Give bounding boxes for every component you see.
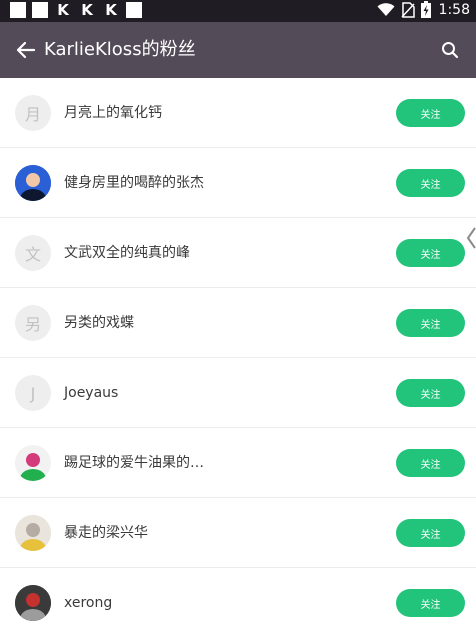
edge-chevron-icon: [466, 227, 476, 249]
user-name: 暴走的梁兴华: [64, 525, 148, 541]
notification-icons: K K K: [10, 2, 142, 18]
notification-square-icon: [10, 2, 26, 18]
follow-button[interactable]: 关注: [396, 589, 465, 617]
user-name: 另类的戏蝶: [64, 315, 134, 331]
system-status: 1:58: [377, 1, 470, 18]
follow-button[interactable]: 关注: [396, 309, 465, 337]
avatar[interactable]: [15, 165, 51, 201]
follow-button[interactable]: 关注: [396, 519, 465, 547]
clock: 1:58: [438, 1, 470, 18]
follow-button[interactable]: 关注: [396, 99, 465, 127]
avatar-initial: 文: [24, 245, 41, 264]
user-name: 文武双全的纯真的峰: [64, 245, 190, 261]
list-item[interactable]: 月 月亮上的氧化钙 关注: [0, 78, 476, 148]
notification-k-icon: K: [105, 1, 117, 19]
avatar[interactable]: J: [15, 375, 51, 411]
avatar-photo: [15, 515, 51, 551]
user-name: 踢足球的爱牛油果的…: [64, 455, 204, 471]
avatar[interactable]: 月: [15, 95, 51, 131]
arrow-left-icon: [16, 41, 36, 59]
notification-k-icon: K: [81, 1, 93, 19]
follow-button[interactable]: 关注: [396, 239, 465, 267]
user-name: xerong: [64, 595, 113, 611]
user-name: Joeyaus: [64, 385, 119, 401]
notification-k-icon: K: [57, 1, 69, 19]
list-item[interactable]: 文 文武双全的纯真的峰 关注: [0, 218, 476, 288]
avatar[interactable]: [15, 515, 51, 551]
app-bar: KarlieKloss的粉丝: [0, 22, 476, 78]
avatar[interactable]: 另: [15, 305, 51, 341]
avatar-initial: 月: [24, 105, 41, 124]
avatar[interactable]: [15, 585, 51, 621]
avatar-photo: [15, 445, 51, 481]
back-button[interactable]: [12, 36, 40, 64]
list-item[interactable]: 踢足球的爱牛油果的… 关注: [0, 428, 476, 498]
avatar-photo: [15, 165, 51, 201]
follower-list: 月月亮上的氧化钙 关注 健身房里的喝醉的张杰 关注文文武双全的纯真的峰 关注另另类的戏蝶…: [0, 78, 476, 632]
battery-charging-icon: [420, 1, 431, 18]
list-item[interactable]: xerong 关注: [0, 568, 476, 632]
page-title: KarlieKloss的粉丝: [44, 39, 196, 60]
list-item[interactable]: 暴走的梁兴华 关注: [0, 498, 476, 568]
list-item[interactable]: 健身房里的喝醉的张杰 关注: [0, 148, 476, 218]
list-item[interactable]: 另 另类的戏蝶 关注: [0, 288, 476, 358]
list-item[interactable]: J Joeyaus 关注: [0, 358, 476, 428]
search-button[interactable]: [436, 36, 464, 64]
avatar-photo: [15, 585, 51, 621]
avatar-initial: J: [30, 383, 36, 403]
user-name: 月亮上的氧化钙: [64, 105, 162, 121]
user-name: 健身房里的喝醉的张杰: [64, 175, 204, 191]
follow-button[interactable]: 关注: [396, 379, 465, 407]
notification-square-icon: [126, 2, 142, 18]
search-icon: [442, 42, 459, 59]
follow-button[interactable]: 关注: [396, 169, 465, 197]
status-bar: K K K 1:58: [0, 0, 476, 22]
avatar[interactable]: [15, 445, 51, 481]
avatar[interactable]: 文: [15, 235, 51, 271]
notification-square-icon: [32, 2, 48, 18]
follow-button[interactable]: 关注: [396, 449, 465, 477]
no-sim-icon: [400, 1, 415, 18]
avatar-initial: 另: [24, 315, 41, 334]
wifi-icon: [377, 2, 395, 16]
